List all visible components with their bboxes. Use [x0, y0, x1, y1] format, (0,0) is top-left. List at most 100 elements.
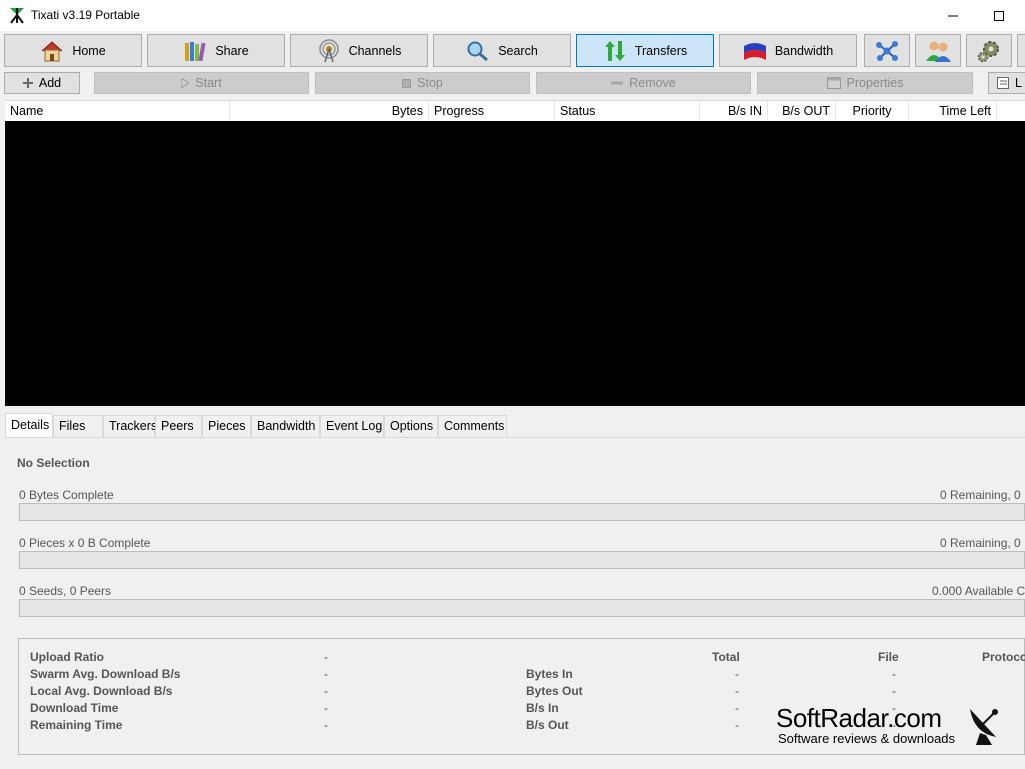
column-name[interactable]: Name	[5, 101, 230, 121]
pieces-remaining-label: 0 Remaining, 0	[940, 536, 1021, 550]
gear-icon	[977, 40, 999, 62]
status-bar	[0, 762, 1025, 769]
stop-icon	[402, 78, 412, 88]
transfers-list-header: Name Bytes Progress Status B/s IN B/s OU…	[5, 100, 1025, 121]
minimize-button[interactable]	[930, 0, 976, 31]
tab-details[interactable]: Details	[5, 413, 53, 437]
tixati-window: Tixati v3.19 Portable Home Share Channel…	[0, 0, 1025, 769]
add-button[interactable]: Add	[4, 72, 80, 94]
tab-peers[interactable]: Peers	[155, 415, 202, 437]
tab-comments[interactable]: Comments	[438, 415, 507, 437]
start-button[interactable]: Start	[94, 72, 309, 94]
tab-trackers[interactable]: Trackers	[103, 415, 157, 437]
download-time-label: Download Time	[30, 701, 119, 715]
up-down-arrows-icon	[604, 40, 625, 61]
transfers-list[interactable]	[5, 121, 1025, 406]
bps-out-label: B/s Out	[526, 718, 569, 732]
broadcast-antenna-icon	[318, 38, 339, 62]
properties-label: Properties	[846, 76, 904, 90]
seeds-peers-label: 0 Seeds, 0 Peers	[19, 584, 112, 598]
users-button[interactable]	[915, 34, 961, 67]
properties-window-icon	[826, 77, 841, 89]
maximize-button[interactable]	[976, 0, 1022, 31]
overflow-button[interactable]	[1017, 34, 1025, 67]
tixati-logo-icon	[10, 8, 24, 24]
tab-options[interactable]: Options	[384, 415, 438, 437]
protocol-header: Protoco	[982, 650, 1025, 664]
plus-icon	[22, 78, 33, 88]
local-avg-download-value: -	[324, 684, 328, 698]
bandwidth-button[interactable]: Bandwidth	[719, 34, 857, 67]
list-layout-icon	[997, 77, 1009, 89]
start-label: Start	[195, 76, 222, 90]
availability-label: 0.000 Available Co	[932, 584, 1025, 598]
settings-button[interactable]	[966, 34, 1012, 67]
softradar-watermark: SoftRadar.com Software reviews & downloa…	[776, 703, 1025, 748]
transfers-button[interactable]: Transfers	[576, 34, 714, 67]
share-label: Share	[215, 43, 249, 58]
bandwidth-flag-icon	[743, 42, 766, 60]
home-label: Home	[72, 43, 106, 58]
stop-label: Stop	[417, 76, 443, 90]
watermark-brand: SoftRadar.com	[776, 703, 942, 733]
bytes-in-file: -	[892, 667, 896, 681]
upload-ratio-label: Upload Ratio	[30, 650, 104, 664]
pieces-progress-bar	[19, 551, 1025, 569]
share-button[interactable]: Share	[147, 34, 285, 67]
pieces-complete-label: 0 Pieces x 0 B Complete	[19, 536, 151, 550]
channels-label: Channels	[348, 43, 402, 58]
file-header: File	[878, 650, 899, 664]
network-nodes-icon	[876, 40, 898, 61]
column-priority[interactable]: Priority	[836, 101, 909, 121]
tab-bandwidth[interactable]: Bandwidth	[251, 415, 320, 437]
title-bar[interactable]: Tixati v3.19 Portable	[0, 0, 1025, 31]
minus-icon	[611, 81, 624, 85]
bandwidth-label: Bandwidth	[774, 43, 834, 58]
search-label: Search	[498, 43, 538, 58]
column-status[interactable]: Status	[555, 101, 700, 121]
tab-files[interactable]: Files	[53, 415, 103, 437]
home-icon	[41, 40, 63, 61]
home-button[interactable]: Home	[4, 34, 142, 67]
window-title: Tixati v3.19 Portable	[31, 8, 140, 22]
column-bps-out[interactable]: B/s OUT	[768, 101, 836, 121]
local-avg-download-label: Local Avg. Download B/s	[30, 684, 173, 698]
users-icon	[926, 41, 951, 62]
watermark-tagline: Software reviews & downloads	[778, 731, 956, 746]
bps-in-label: B/s In	[526, 701, 559, 715]
layout-button[interactable]: L	[988, 72, 1025, 94]
bytes-out-file: -	[892, 684, 896, 698]
channels-button[interactable]: Channels	[290, 34, 428, 67]
books-icon	[185, 41, 206, 61]
remove-button[interactable]: Remove	[536, 72, 751, 94]
remove-label: Remove	[629, 76, 676, 90]
column-time-left[interactable]: Time Left	[909, 101, 997, 121]
properties-button[interactable]: Properties	[757, 72, 973, 94]
network-button[interactable]	[864, 34, 910, 67]
selection-label: No Selection	[17, 456, 90, 470]
bytes-remaining-label: 0 Remaining, 0	[940, 488, 1021, 502]
tab-pieces[interactable]: Pieces	[202, 415, 251, 437]
satellite-dish-icon	[970, 709, 998, 745]
total-header: Total	[712, 650, 740, 664]
availability-bar	[19, 599, 1025, 617]
bytes-in-total: -	[735, 667, 739, 681]
column-bytes[interactable]: Bytes	[230, 101, 429, 121]
remaining-time-value: -	[324, 718, 328, 732]
column-progress[interactable]: Progress	[429, 101, 555, 121]
bps-in-total: -	[735, 701, 739, 715]
transfers-label: Transfers	[634, 43, 688, 58]
stop-button[interactable]: Stop	[315, 72, 530, 94]
remaining-time-label: Remaining Time	[30, 718, 123, 732]
search-button[interactable]: Search	[433, 34, 571, 67]
bytes-complete-label: 0 Bytes Complete	[19, 488, 114, 502]
download-time-value: -	[324, 701, 328, 715]
search-icon	[467, 41, 489, 61]
tab-event-log[interactable]: Event Log	[320, 415, 384, 437]
bytes-out-total: -	[735, 684, 739, 698]
layout-label: L	[1015, 76, 1022, 90]
maximize-icon	[994, 10, 1004, 21]
play-icon	[181, 78, 190, 88]
column-bps-in[interactable]: B/s IN	[700, 101, 768, 121]
swarm-avg-download-value: -	[324, 667, 328, 681]
